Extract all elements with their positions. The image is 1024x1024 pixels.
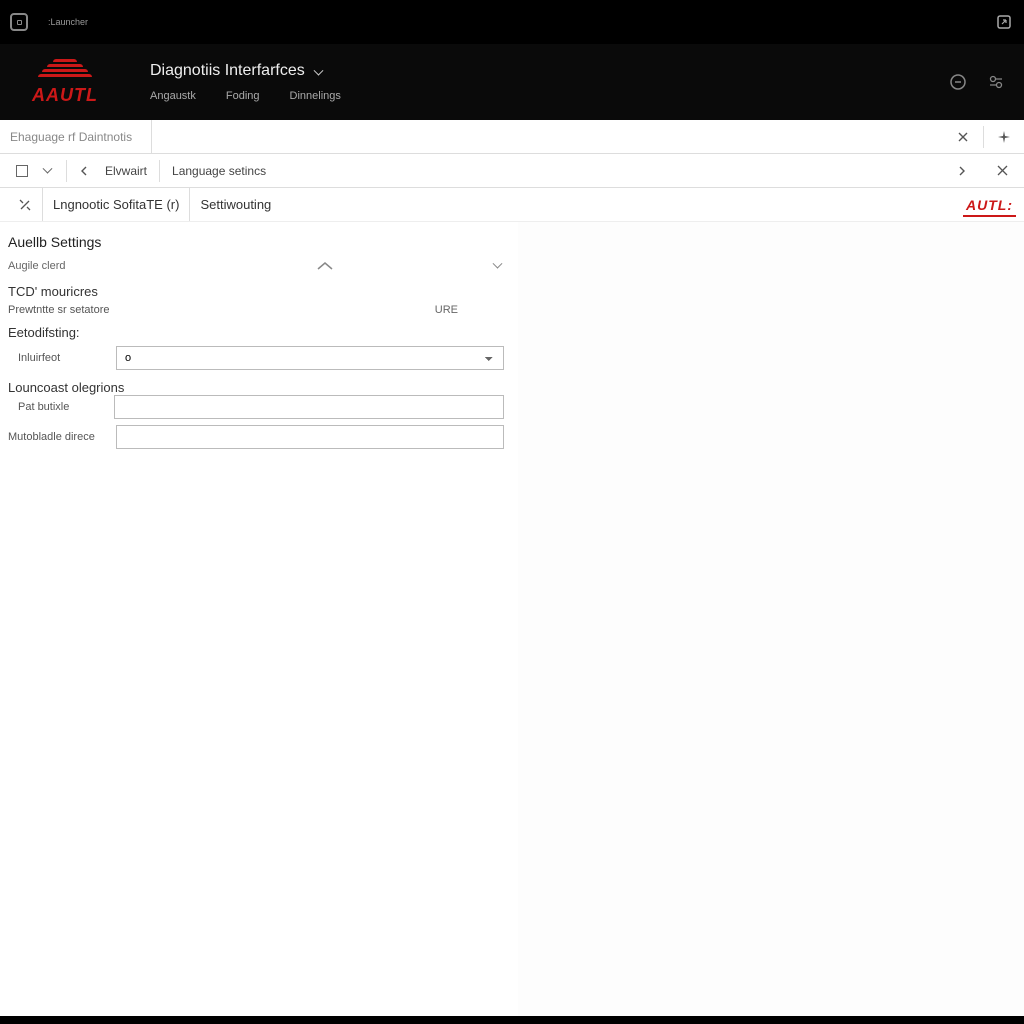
row-presentation: Prewtntte sr setatore URE [8,301,504,319]
app-icon [10,13,28,31]
toolbar-dropdown[interactable] [36,154,62,187]
settings-panel: Auellb Settings Augile clerd TCD' mouric… [0,222,518,1016]
section-tcd: TCD' mouricres [8,284,504,299]
toolbar-action-2[interactable]: Language setincs [164,154,274,187]
row-agile-label: Augile clerd [8,260,65,272]
field-module-label: Mutobladle direce [8,431,108,443]
row-presentation-value: URE [435,304,504,316]
toolbar-forward[interactable] [949,166,975,176]
search-input[interactable] [152,130,943,144]
row-agile[interactable]: Augile clerd [8,256,504,276]
clear-icon[interactable] [953,127,973,147]
module-input[interactable] [116,425,504,449]
interface-select[interactable]: o [116,346,504,370]
brand-logo: AAUTL [0,44,130,120]
chevron-down-icon[interactable] [315,64,325,79]
chevron-down-icon[interactable] [494,260,504,272]
toolbar-back[interactable] [71,154,97,187]
nav-item-0[interactable]: Angaustk [150,90,196,102]
toolbar-checkbox[interactable] [8,154,36,187]
window-titlebar: Aut :Launcher [0,0,1024,44]
toolbar-action-2-label: Language setincs [172,164,266,178]
tab-diagnostic[interactable]: Lngnootic SofitaTE (r) [43,188,190,221]
logo-text: AAUTL [32,85,98,106]
tab-tools[interactable] [8,188,43,221]
maximize-icon[interactable] [994,12,1014,32]
pat-input[interactable] [114,395,504,419]
toolbar: Elvwairt Language setincs [0,154,1024,188]
section-launch-options: Louncoast olegrions [8,380,504,395]
toolbar-action-1-label: Elvwairt [105,164,147,178]
chevron-up-icon[interactable] [316,260,334,272]
titlebar-left: Aut :Launcher [10,13,88,31]
row-presentation-label: Prewtntte sr setatore [8,304,110,316]
tab-settings-label: Settiwouting [200,197,271,212]
nav-item-1[interactable]: Foding [226,90,260,102]
field-module: Mutobladle direce [8,425,504,449]
tab-settings[interactable]: Settiwouting [190,188,281,221]
preview-panel [518,222,1024,1016]
settings-icon[interactable] [986,72,1006,92]
nav-item-2[interactable]: Dinnelings [290,90,341,102]
field-interface: Inluirfeot o [8,346,504,370]
header-title: Diagnotiis Interfarfces [150,62,305,80]
titlebar-label: :Launcher [48,17,88,27]
section-editing: Eetodifsting: [8,325,504,340]
tab-bar: Lngnootic SofitaTE (r) Settiwouting AUTL… [0,188,1024,222]
breadcrumb[interactable]: Ehaguage rf Daintnotis [0,120,152,153]
toolbar-action-1[interactable]: Elvwairt [97,154,155,187]
header-main: Diagnotiis Interfarfces Angaustk Foding … [130,44,948,120]
tab-diagnostic-label: Lngnootic SofitaTE (r) [53,197,179,212]
toolbar-close[interactable] [989,165,1016,176]
content-area: Auellb Settings Augile clerd TCD' mouric… [0,222,1024,1016]
header-nav: Angaustk Foding Dinnelings [150,90,948,102]
tools-icon [18,198,32,212]
field-interface-label: Inluirfeot [8,352,108,364]
sync-icon[interactable] [948,72,968,92]
logo-arc-icon [37,59,93,83]
footer-bar [0,1016,1024,1024]
header-actions [948,44,1024,120]
brand-small: AUTL: [963,195,1016,217]
address-bar: Ehaguage rf Daintnotis [0,120,1024,154]
titlebar-controls [994,12,1014,32]
section-audio-settings: Auellb Settings [8,234,504,250]
field-pat: Pat butixle [8,395,504,419]
sparkle-icon[interactable] [994,127,1014,147]
app-header: AAUTL Diagnotiis Interfarfces Angaustk F… [0,44,1024,120]
